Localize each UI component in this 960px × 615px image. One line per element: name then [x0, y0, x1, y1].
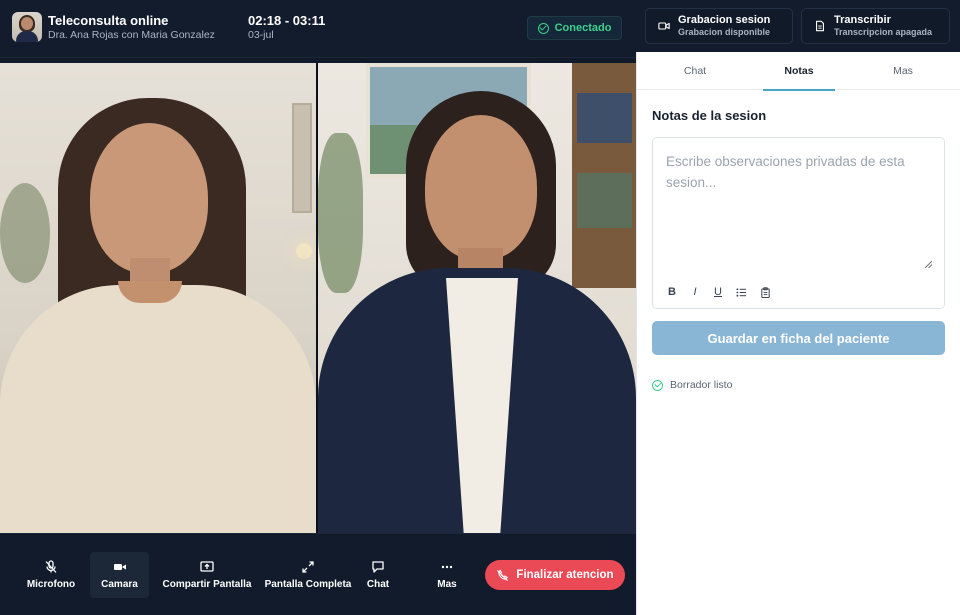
end-consultation-label: Finalizar atencion [516, 569, 614, 581]
more-button[interactable]: Mas [432, 552, 462, 598]
more-label: Mas [437, 579, 457, 590]
call-date: 03-jul [248, 29, 274, 41]
side-panel-tabs: Chat Notas Mas [637, 52, 960, 91]
bullet-list-icon[interactable] [736, 287, 747, 298]
recording-button[interactable]: Grabacion sesion Grabacion disponible [645, 8, 793, 44]
teleconsultation-app: Teleconsulta online Dra. Ana Rojas con M… [0, 0, 960, 615]
notes-title: Notas de la sesion [652, 108, 767, 123]
call-controls: Microfono Camara Compartir Pantalla Pant… [0, 533, 636, 615]
transcribe-status: Transcripcion apagada [834, 27, 933, 37]
end-consultation-button[interactable]: Finalizar atencion [485, 560, 625, 590]
notes-editor: B I U [652, 137, 945, 309]
avatar [12, 12, 42, 42]
video-tile-doctor [0, 63, 316, 533]
resize-handle-icon[interactable] [924, 260, 932, 268]
chat-bubble-icon [372, 561, 384, 573]
session-actions-bar: Grabacion sesion Grabacion disponible Tr… [636, 0, 960, 52]
bold-button[interactable]: B [667, 286, 677, 298]
video-tile-patient [318, 63, 636, 533]
transcribe-button[interactable]: Transcribir Transcripcion apagada [801, 8, 950, 44]
italic-button[interactable]: I [690, 286, 700, 298]
chat-label: Chat [366, 579, 390, 590]
more-dots-icon [441, 565, 453, 569]
tab-more[interactable]: Mas [861, 52, 945, 90]
save-to-patient-record-button[interactable]: Guardar en ficha del paciente [652, 321, 945, 355]
tab-chat[interactable]: Chat [653, 52, 737, 90]
transcribe-title: Transcribir [834, 14, 891, 26]
notes-format-toolbar: B I U [667, 286, 771, 298]
draft-status-label: Borrador listo [670, 379, 733, 391]
connection-status-label: Conectado [554, 22, 612, 34]
camera-toggle-button[interactable]: Camara [90, 552, 149, 598]
share-screen-icon [200, 561, 214, 572]
mic-off-icon [45, 560, 57, 573]
fullscreen-button[interactable]: Pantalla Completa [264, 552, 352, 598]
video-grid [0, 63, 636, 533]
underline-button[interactable]: U [713, 286, 723, 298]
share-screen-button[interactable]: Compartir Pantalla [162, 552, 252, 598]
clipboard-icon[interactable] [760, 286, 771, 298]
notes-textarea[interactable] [653, 138, 944, 274]
document-icon [816, 20, 824, 32]
draft-status: Borrador listo [652, 379, 732, 391]
recording-title: Grabacion sesion [678, 14, 771, 26]
call-header: Teleconsulta online Dra. Ana Rojas con M… [0, 0, 636, 58]
fullscreen-label: Pantalla Completa [264, 579, 352, 590]
check-circle-icon [652, 379, 663, 391]
video-icon [658, 22, 670, 30]
chat-button[interactable]: Chat [360, 552, 396, 598]
call-time-range: 02:18 - 03:11 [248, 13, 326, 28]
recording-status: Grabacion disponible [678, 27, 771, 37]
call-participants: Dra. Ana Rojas con Maria Gonzalez [48, 29, 215, 41]
call-title: Teleconsulta online [48, 13, 169, 28]
share-screen-label: Compartir Pantalla [162, 579, 252, 590]
connection-status-badge: Conectado [527, 16, 622, 40]
video-camera-icon [113, 564, 126, 570]
phone-hangup-icon [497, 569, 509, 581]
expand-icon [302, 561, 314, 573]
mic-label: Microfono [26, 579, 76, 590]
camera-label: Camara [101, 579, 138, 590]
tab-notes[interactable]: Notas [757, 52, 841, 91]
mic-toggle-button[interactable]: Microfono [24, 552, 78, 598]
side-panel: Chat Notas Mas Notas de la sesion B I U … [636, 52, 960, 615]
check-circle-icon [537, 22, 549, 34]
